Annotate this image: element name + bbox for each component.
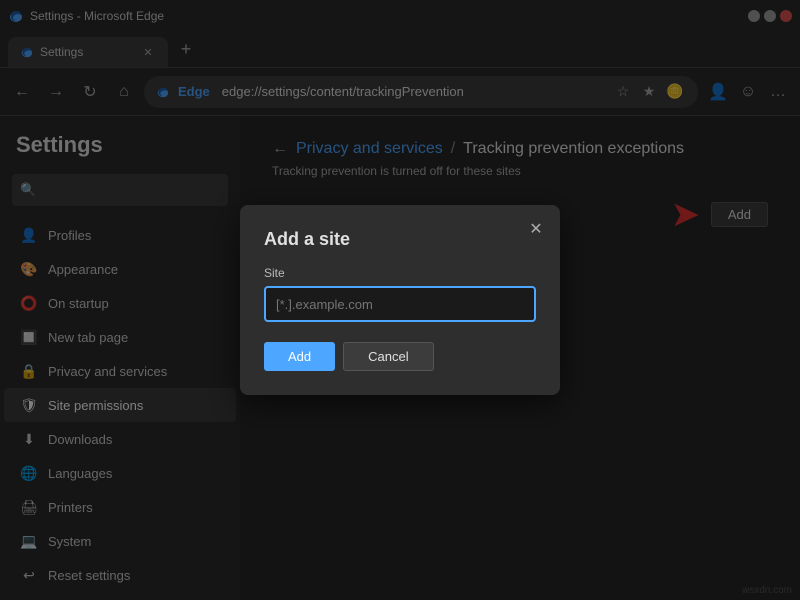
dialog-title: Add a site [264,229,536,250]
dialog-site-label: Site [264,266,536,280]
dialog-cancel-button[interactable]: Cancel [343,342,433,371]
dialog-actions: Add Cancel [264,342,536,371]
dialog-close-button[interactable]: ✕ [524,217,548,241]
add-site-dialog: ✕ Add a site Site Add Cancel [240,205,560,395]
site-input[interactable] [264,286,536,322]
dialog-add-button[interactable]: Add [264,342,335,371]
modal-overlay[interactable]: ✕ Add a site Site Add Cancel [0,0,800,600]
